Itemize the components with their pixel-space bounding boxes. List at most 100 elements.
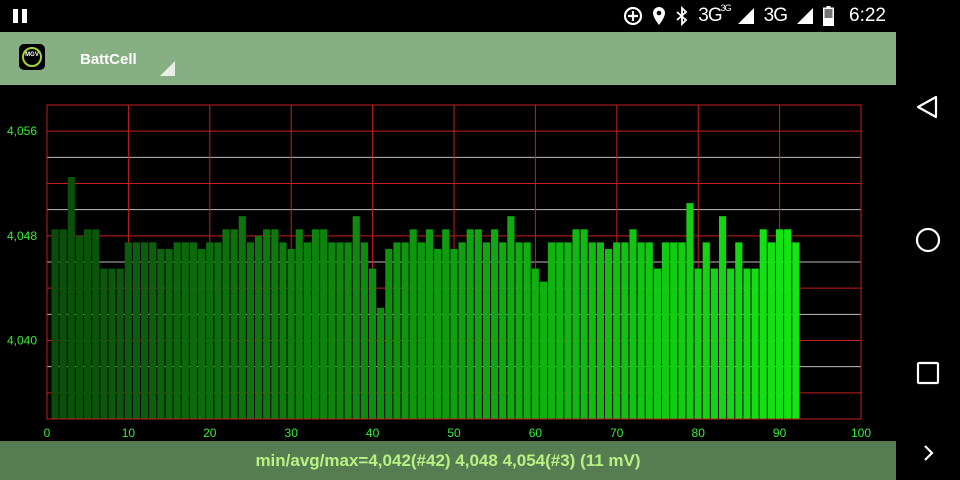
x-tick-label: 50 <box>447 426 461 440</box>
x-tick-label: 90 <box>773 426 787 440</box>
bar <box>474 229 482 419</box>
bar <box>181 242 189 419</box>
app-icon-text: MGV <box>25 52 39 58</box>
bar <box>67 176 75 419</box>
bar <box>653 268 662 419</box>
bar <box>100 268 108 419</box>
bar <box>718 216 727 419</box>
bar <box>539 281 548 419</box>
bar <box>678 242 686 419</box>
bar <box>694 268 702 419</box>
bar <box>613 242 621 419</box>
app-title-spinner[interactable]: BattCell <box>80 51 137 68</box>
bar <box>230 229 238 419</box>
bar <box>507 216 515 419</box>
bar <box>141 242 149 419</box>
bar <box>710 268 718 419</box>
x-tick-label: 30 <box>285 426 299 440</box>
bar <box>523 242 531 419</box>
bar <box>743 268 751 419</box>
bar <box>417 242 425 419</box>
bar <box>686 203 694 419</box>
bar <box>604 248 613 419</box>
bar <box>360 242 368 419</box>
bluetooth-icon <box>676 6 688 26</box>
bar <box>222 229 230 419</box>
bar <box>336 242 344 419</box>
spinner-arrow-icon[interactable] <box>160 61 175 76</box>
bar <box>295 229 303 419</box>
bar <box>124 242 132 419</box>
clock: 6:22 <box>849 5 886 26</box>
recents-icon[interactable] <box>896 353 960 393</box>
app-bar: MGV BattCell <box>0 32 896 85</box>
bar <box>84 229 92 419</box>
navigation-bar <box>896 32 960 480</box>
bar <box>132 242 141 419</box>
app-icon[interactable]: MGV <box>19 44 45 70</box>
bar <box>311 229 320 419</box>
home-icon[interactable] <box>896 220 960 260</box>
bar <box>279 242 287 419</box>
bar <box>263 229 271 419</box>
network-type-2: 3G <box>763 5 788 26</box>
bar <box>784 229 792 419</box>
x-tick-label: 40 <box>366 426 380 440</box>
signal-icon <box>797 8 814 24</box>
bar <box>59 229 67 419</box>
bar <box>173 242 181 419</box>
x-tick-label: 100 <box>851 426 871 440</box>
status-icons: 3G 3G 3G 6:22 <box>623 0 886 32</box>
bar <box>425 229 434 419</box>
bar <box>767 242 775 419</box>
y-tick-labels: 4,040 4,048 4,056 <box>7 124 37 347</box>
bar <box>629 229 637 419</box>
bar <box>377 307 385 419</box>
bar <box>548 242 556 419</box>
bar <box>466 229 474 419</box>
chart-bars <box>51 176 800 419</box>
y-tick-label: 4,048 <box>7 229 37 243</box>
bar <box>661 242 670 419</box>
bar <box>442 229 450 419</box>
bar <box>287 248 295 419</box>
bar <box>556 242 564 419</box>
bar <box>116 268 124 419</box>
network-type-1: 3G 3G <box>698 3 731 26</box>
y-tick-label: 4,056 <box>7 124 37 138</box>
bar <box>564 242 572 419</box>
chevron-right-icon[interactable] <box>896 433 960 473</box>
bar <box>499 242 507 419</box>
bar <box>482 242 491 419</box>
bar <box>214 242 222 419</box>
x-tick-label: 60 <box>529 426 543 440</box>
signal-icon <box>737 8 754 24</box>
bar <box>385 248 393 419</box>
bar <box>165 248 173 419</box>
pause-icon <box>13 9 31 23</box>
bar <box>92 229 100 419</box>
back-icon[interactable] <box>896 87 960 127</box>
x-tick-label: 80 <box>692 426 706 440</box>
cell-voltage-chart: 4,040 4,048 4,056 0 10 20 30 40 50 60 70 80 90 100 <box>7 104 871 440</box>
bar <box>108 268 116 419</box>
bar <box>393 242 401 419</box>
bar <box>727 268 735 419</box>
bar <box>401 242 409 419</box>
bar <box>458 242 466 419</box>
bar <box>450 248 458 419</box>
bar <box>751 268 759 419</box>
bar <box>572 229 580 419</box>
data-saver-icon <box>624 6 643 26</box>
bar <box>409 229 417 419</box>
bar <box>320 229 328 419</box>
bar <box>189 242 198 419</box>
bar <box>621 242 629 419</box>
bar <box>254 235 263 419</box>
bar <box>197 248 206 419</box>
y-tick-label: 4,040 <box>7 334 37 348</box>
bar <box>368 268 377 419</box>
bar <box>531 268 539 419</box>
bar <box>580 229 588 419</box>
bar <box>51 229 59 419</box>
